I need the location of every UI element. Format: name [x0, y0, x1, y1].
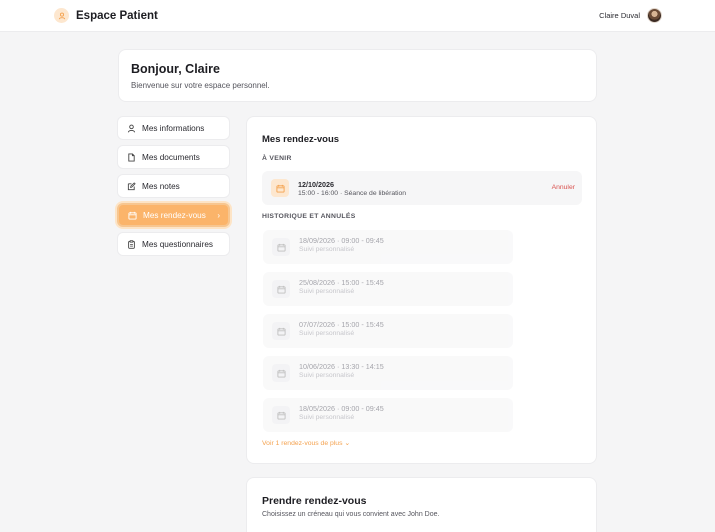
history-type: Suivi personnalisé: [299, 288, 355, 295]
user-icon: [126, 123, 136, 133]
sidebar-item-informations[interactable]: Mes informations: [117, 116, 230, 140]
list-item: 18/09/2026 · 09:00 - 09:45 Suivi personn…: [263, 230, 513, 264]
history-date: 07/07/2026 · 15:00 - 15:45: [299, 320, 384, 329]
appointment-date: 12/10/2026: [298, 180, 334, 189]
edit-icon: [126, 181, 136, 191]
sidebar-item-notes[interactable]: Mes notes: [117, 174, 230, 198]
calendar-icon: [272, 280, 290, 298]
chevron-right-icon: ›: [217, 210, 220, 220]
list-item: 07/07/2026 · 15:00 - 15:45 Suivi personn…: [263, 314, 513, 348]
history-date: 25/08/2026 · 15:00 - 15:45: [299, 278, 384, 287]
welcome-subtitle: Bienvenue sur votre espace personnel.: [131, 81, 270, 90]
list-item: 18/05/2026 · 09:00 - 09:45 Suivi personn…: [263, 398, 513, 432]
sidebar-item-label: Mes informations: [142, 123, 205, 133]
calendar-icon: [272, 364, 290, 382]
calendar-icon: [272, 322, 290, 340]
list-item: 25/08/2026 · 15:00 - 15:45 Suivi personn…: [263, 272, 513, 306]
history-type: Suivi personnalisé: [299, 414, 355, 421]
show-more-link[interactable]: Voir 1 rendez-vous de plus ⌄: [262, 439, 350, 447]
welcome-title: Bonjour, Claire: [131, 62, 220, 76]
sidebar-item-rendez-vous[interactable]: Mes rendez-vous ›: [117, 203, 230, 227]
booking-subtitle: Choisissez un créneau qui vous convient …: [262, 511, 440, 518]
sidebar-item-documents[interactable]: Mes documents: [117, 145, 230, 169]
welcome-card: Bonjour, Claire Bienvenue sur votre espa…: [118, 49, 597, 102]
sidebar-item-label: Mes notes: [142, 181, 180, 191]
sidebar-item-label: Mes rendez-vous: [143, 210, 206, 220]
appointment-details: 15:00 - 16:00 · Séance de libération: [298, 190, 407, 197]
history-date: 18/09/2026 · 09:00 - 09:45: [299, 236, 384, 245]
upcoming-label: À VENIR: [262, 155, 292, 162]
history-date: 10/06/2026 · 13:30 - 14:15: [299, 362, 384, 371]
brand[interactable]: Espace Patient: [54, 8, 158, 23]
history-date: 18/05/2026 · 09:00 - 09:45: [299, 404, 384, 413]
avatar[interactable]: [647, 8, 662, 23]
sidebar-item-label: Mes questionnaires: [142, 239, 213, 249]
app-title: Espace Patient: [76, 9, 158, 22]
clipboard-icon: [126, 239, 136, 249]
history-type: Suivi personnalisé: [299, 372, 355, 379]
calendar-icon: [272, 406, 290, 424]
user-icon: [54, 8, 69, 23]
booking-title: Prendre rendez-vous: [262, 495, 367, 507]
upcoming-appointment[interactable]: 12/10/2026 15:00 - 16:00 · Séance de lib…: [262, 171, 582, 205]
calendar-icon: [272, 238, 290, 256]
show-more-label: Voir 1 rendez-vous de plus: [262, 440, 343, 447]
sidebar-item-label: Mes documents: [142, 152, 200, 162]
booking-card: Prendre rendez-vous Choisissez un crénea…: [246, 477, 597, 532]
file-icon: [126, 152, 136, 162]
appointments-title: Mes rendez-vous: [262, 134, 340, 145]
history-type: Suivi personnalisé: [299, 330, 355, 337]
sidebar-item-questionnaires[interactable]: Mes questionnaires: [117, 232, 230, 256]
appointments-card: Mes rendez-vous À VENIR 12/10/2026 15:00…: [246, 116, 597, 464]
chevron-down-icon: ⌄: [344, 440, 351, 447]
user-name: Claire Duval: [599, 11, 640, 20]
list-item: 10/06/2026 · 13:30 - 14:15 Suivi personn…: [263, 356, 513, 390]
calendar-icon: [271, 179, 289, 197]
cancel-button[interactable]: Annuler: [552, 184, 575, 191]
history-type: Suivi personnalisé: [299, 246, 355, 253]
history-label: HISTORIQUE ET ANNULÉS: [262, 213, 356, 220]
calendar-icon: [127, 210, 137, 220]
sidebar-nav: Mes informations Mes documents Mes notes…: [117, 116, 230, 261]
user-menu[interactable]: Claire Duval: [599, 8, 662, 23]
top-bar: Espace Patient Claire Duval: [0, 0, 715, 32]
